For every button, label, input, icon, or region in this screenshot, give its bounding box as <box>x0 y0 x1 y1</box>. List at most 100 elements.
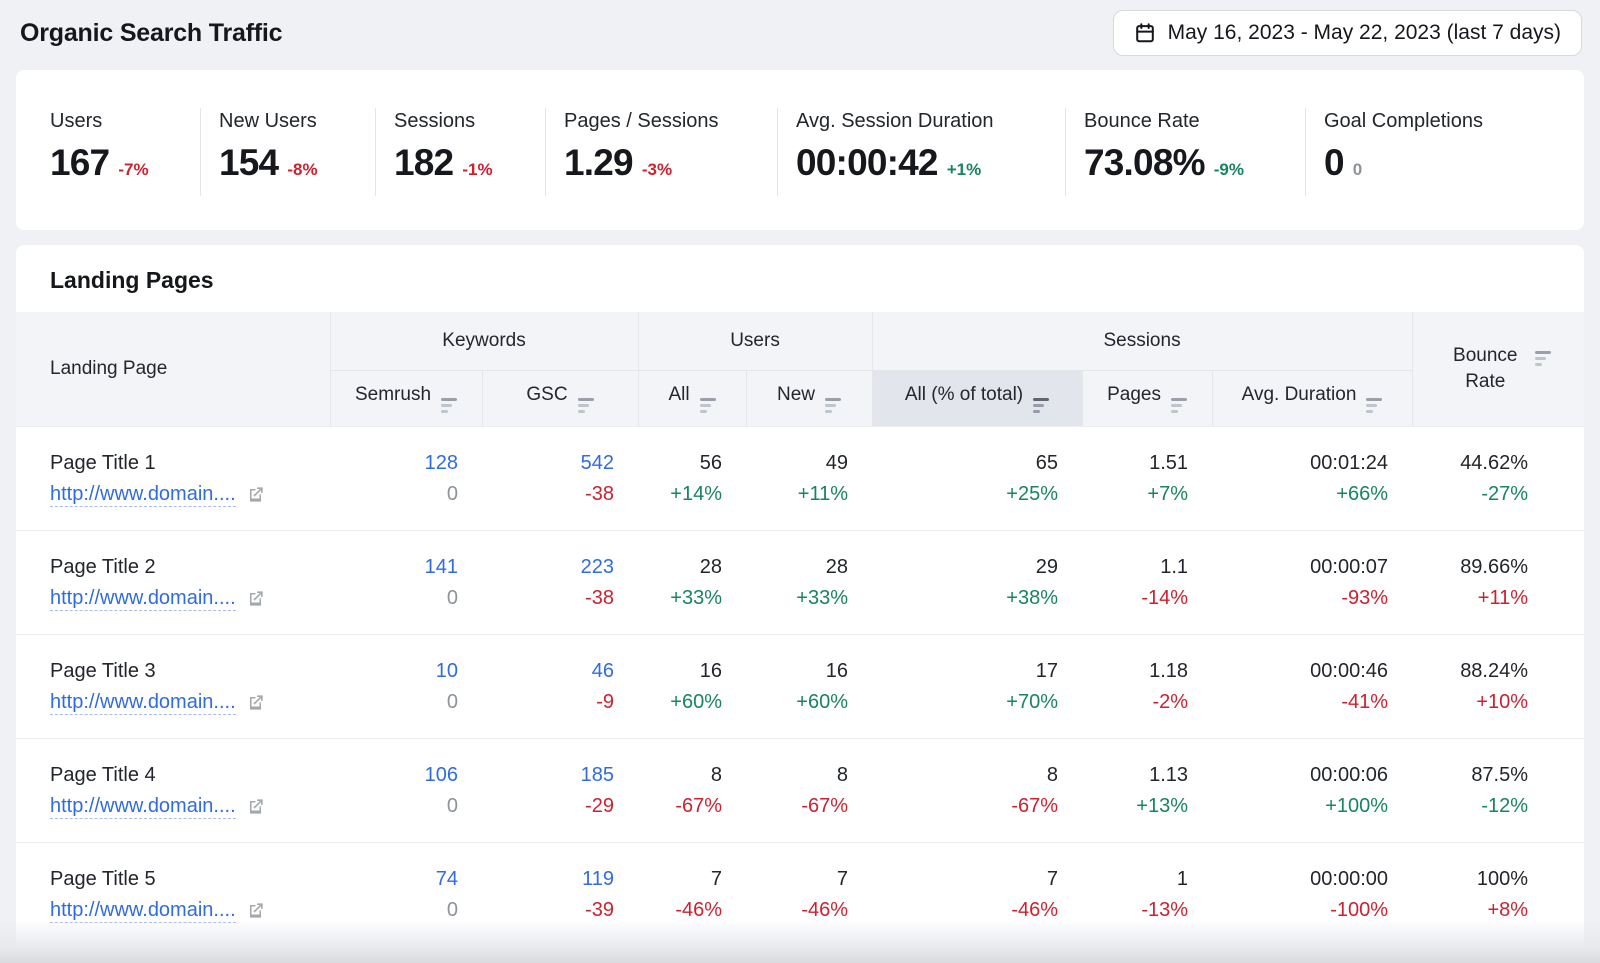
stat-label: Users <box>50 110 190 133</box>
column-label: Bounce Rate <box>1445 343 1525 395</box>
cell-avg-duration: 00:00:06 +100% <box>1212 738 1412 842</box>
cell-value: 542 <box>482 450 614 476</box>
external-link-icon[interactable] <box>246 693 265 712</box>
cell-value: 00:00:46 <box>1212 658 1388 684</box>
cell-delta: +25% <box>872 481 1058 507</box>
cell-value: 141 <box>330 554 458 580</box>
stat-goal-completions: Goal Completions 0 0 <box>1305 108 1584 196</box>
cell-semrush: 100 <box>330 634 482 738</box>
page-url-link[interactable]: http://www.domain.... <box>50 482 236 507</box>
cell-value: 17 <box>872 658 1058 684</box>
cell-delta: 0 <box>330 689 458 715</box>
table-row: Page Title 5 http://www.domain.... 740 1… <box>16 842 1584 946</box>
cell-value: 49 <box>746 450 848 476</box>
cell-gsc: 119-39 <box>482 842 638 946</box>
cell-delta: +70% <box>872 689 1058 715</box>
cell-users-new: 28+33% <box>746 530 872 634</box>
column-header-avg-duration[interactable]: Avg. Duration <box>1212 370 1412 426</box>
cell-gsc: 46-9 <box>482 634 638 738</box>
landing-pages-card: Landing Pages Landing Page Keywords User… <box>16 245 1584 948</box>
table-row: Page Title 3 http://www.domain.... 100 4… <box>16 634 1584 738</box>
external-link-icon[interactable] <box>246 485 265 504</box>
page-title-text: Page Title 3 <box>50 658 330 684</box>
sort-icon <box>578 398 594 413</box>
column-header-landing-page: Landing Page <box>16 312 330 426</box>
cell-value: 16 <box>746 658 848 684</box>
stat-value: 167 <box>50 142 109 184</box>
cell-delta: +7% <box>1082 481 1188 507</box>
column-header-gsc[interactable]: GSC <box>482 370 638 426</box>
cell-delta: -38 <box>482 481 614 507</box>
cell-value: 8 <box>638 762 722 788</box>
page-url-link[interactable]: http://www.domain.... <box>50 690 236 715</box>
cell-delta: +33% <box>638 585 722 611</box>
cell-delta: -29 <box>482 793 614 819</box>
cell-value: 65 <box>872 450 1058 476</box>
cell-pages: 1.18-2% <box>1082 634 1212 738</box>
column-header-pages[interactable]: Pages <box>1082 370 1212 426</box>
cell-avg-duration: 00:01:24+66% <box>1212 426 1412 530</box>
cell-value: 56 <box>638 450 722 476</box>
cell-value: 88.24% <box>1412 658 1528 684</box>
stat-value: 1.29 <box>564 142 633 184</box>
cell-users-all: 56+14% <box>638 426 746 530</box>
cell-delta: -67% <box>872 793 1058 819</box>
cell-semrush: 1060 <box>330 738 482 842</box>
column-header-users-all[interactable]: All <box>638 370 746 426</box>
cell-value: 7 <box>746 866 848 892</box>
external-link-icon[interactable] <box>246 797 265 816</box>
cell-semrush: 1410 <box>330 530 482 634</box>
cell-delta: -46% <box>638 897 722 923</box>
table-row: Page Title 2 http://www.domain.... 1410 … <box>16 530 1584 634</box>
column-label: All <box>668 384 689 405</box>
cell-semrush: 740 <box>330 842 482 946</box>
page-title-text: Page Title 2 <box>50 554 330 580</box>
landing-page-cell: Page Title 2 http://www.domain.... <box>16 530 330 634</box>
page-title: Organic Search Traffic <box>20 19 282 48</box>
cell-delta: -39 <box>482 897 614 923</box>
group-header-keywords: Keywords <box>330 312 638 370</box>
column-header-sessions-all[interactable]: All (% of total) <box>872 370 1082 426</box>
column-header-semrush[interactable]: Semrush <box>330 370 482 426</box>
cell-delta: +100% <box>1212 793 1388 819</box>
page-url-link[interactable]: http://www.domain.... <box>50 898 236 923</box>
stat-value: 00:00:42 <box>796 142 938 184</box>
stat-new-users: New Users 154 -8% <box>200 108 375 196</box>
page-url-link[interactable]: http://www.domain.... <box>50 794 236 819</box>
cell-delta: -67% <box>746 793 848 819</box>
cell-pages: 1.51+7% <box>1082 426 1212 530</box>
stat-delta: -3% <box>642 160 672 180</box>
external-link-icon[interactable] <box>246 901 265 920</box>
cell-value: 128 <box>330 450 458 476</box>
cell-value: 1 <box>1082 866 1188 892</box>
landing-page-cell: Page Title 1 http://www.domain.... <box>16 426 330 530</box>
cell-value: 29 <box>872 554 1058 580</box>
cell-value: 8 <box>872 762 1058 788</box>
cell-gsc: 185-29 <box>482 738 638 842</box>
page-url-link[interactable]: http://www.domain.... <box>50 586 236 611</box>
cell-value: 00:01:24 <box>1212 450 1388 476</box>
column-label: GSC <box>526 384 567 405</box>
cell-bounce-rate: 44.62%-27% <box>1412 426 1584 530</box>
column-header-bounce-rate[interactable]: Bounce Rate <box>1412 312 1584 426</box>
cell-value: 119 <box>482 866 614 892</box>
cell-value: 28 <box>638 554 722 580</box>
cell-value: 7 <box>638 866 722 892</box>
cell-delta: -46% <box>746 897 848 923</box>
column-label: All (% of total) <box>905 384 1023 405</box>
stat-label: New Users <box>219 110 365 133</box>
cell-users-new: 16+60% <box>746 634 872 738</box>
stat-value: 154 <box>219 142 278 184</box>
date-range-label: May 16, 2023 - May 22, 2023 (last 7 days… <box>1168 21 1561 45</box>
cell-value: 16 <box>638 658 722 684</box>
stat-sessions: Sessions 182 -1% <box>375 108 545 196</box>
cell-value: 00:00:06 <box>1212 762 1388 788</box>
calendar-icon <box>1134 22 1156 44</box>
cell-delta: +11% <box>746 481 848 507</box>
page-title-text: Page Title 4 <box>50 762 330 788</box>
column-header-users-new[interactable]: New <box>746 370 872 426</box>
cell-avg-duration: 00:00:07-93% <box>1212 530 1412 634</box>
cell-delta: -9 <box>482 689 614 715</box>
external-link-icon[interactable] <box>246 589 265 608</box>
date-range-picker[interactable]: May 16, 2023 - May 22, 2023 (last 7 days… <box>1113 10 1582 56</box>
